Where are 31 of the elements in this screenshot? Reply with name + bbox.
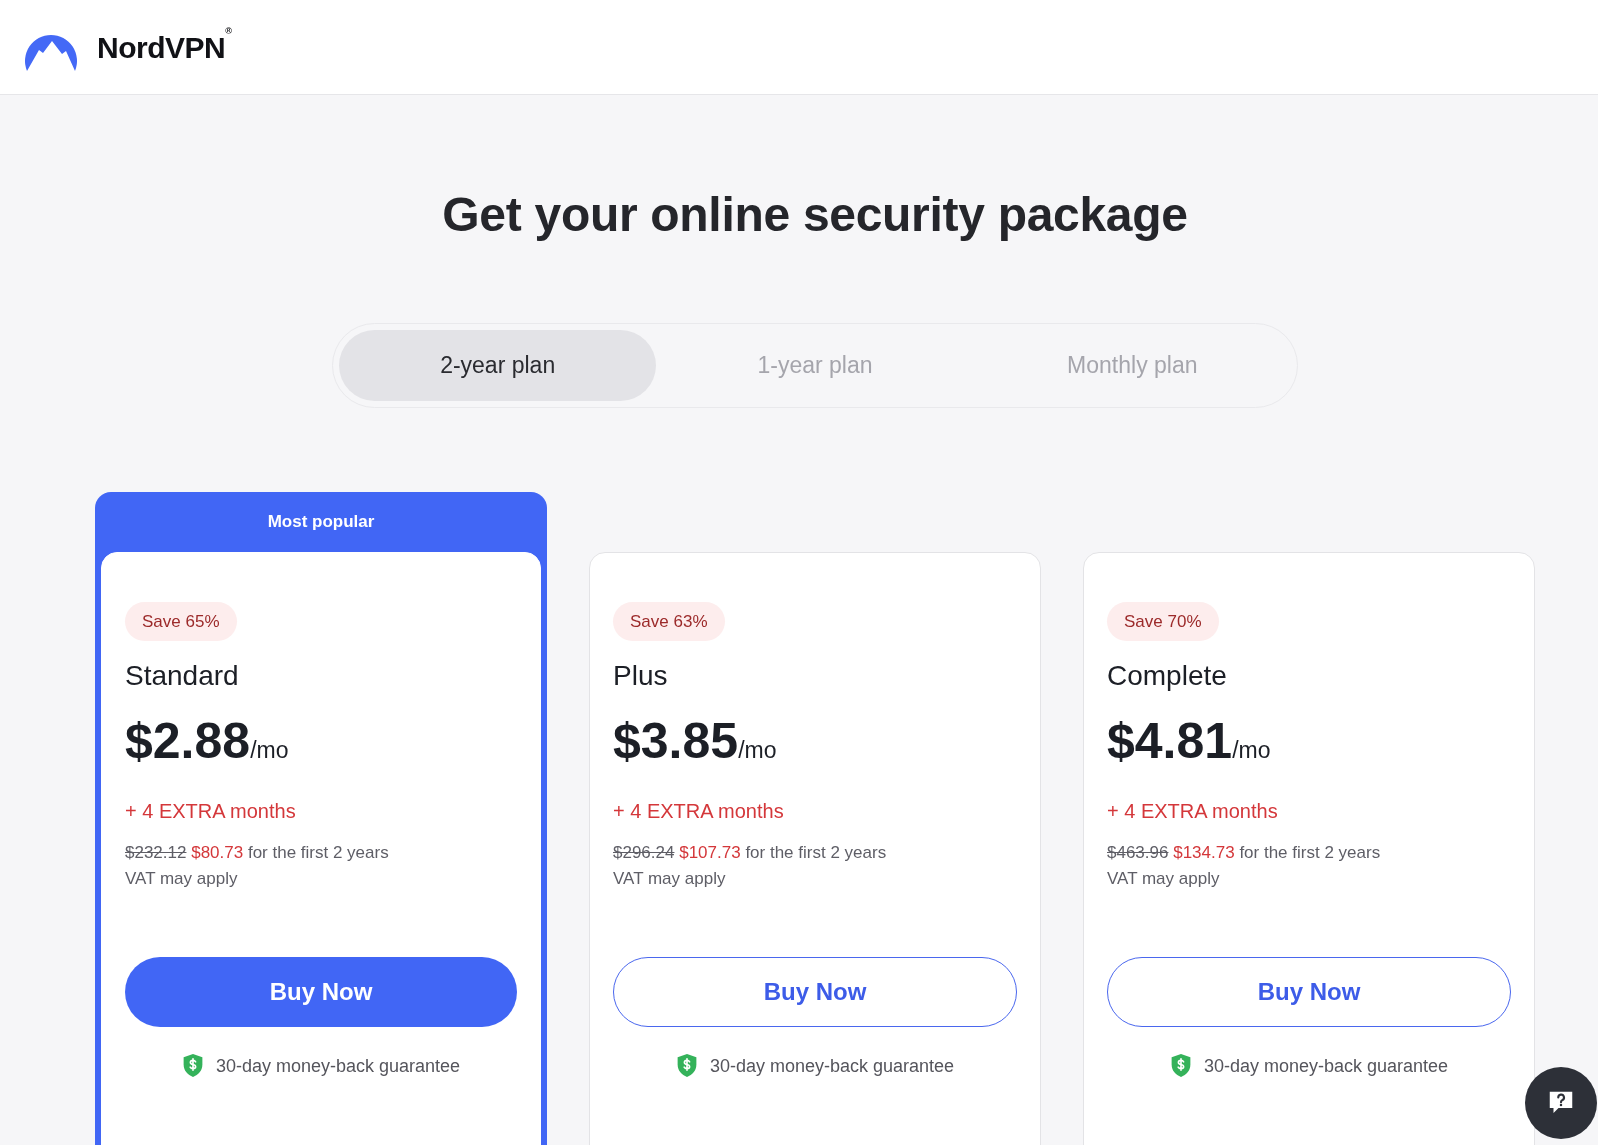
monthly-price: $4.81/mo xyxy=(1107,713,1271,771)
monthly-price: $2.88/mo xyxy=(125,713,289,771)
shield-dollar-icon xyxy=(1169,1053,1192,1078)
total-price-note: $232.12 $80.73 for the first 2 years xyxy=(125,842,389,864)
bonus-months: + 4 EXTRA months xyxy=(125,799,296,824)
guarantee-text: 30-day money-back guarantee xyxy=(215,1054,461,1078)
monthly-price: $3.85/mo xyxy=(613,713,777,771)
plan-name: Plus xyxy=(613,659,669,693)
bonus-months: + 4 EXTRA months xyxy=(1107,799,1278,824)
total-price-note: $296.24 $107.73 for the first 2 years xyxy=(613,842,887,864)
guarantee-text: 30-day money-back guarantee xyxy=(1203,1054,1449,1078)
plan-name: Standard xyxy=(125,659,240,693)
discount-badge: Save 63% xyxy=(613,602,725,641)
buy-now-button[interactable]: Buy Now xyxy=(1107,957,1511,1027)
buy-now-button[interactable]: Buy Now xyxy=(125,957,517,1027)
plan-name: Complete xyxy=(1107,659,1228,693)
shield-dollar-icon xyxy=(181,1053,204,1078)
vat-note: VAT may apply xyxy=(1107,868,1220,890)
total-price-note: $463.96 $134.73 for the first 2 years xyxy=(1107,842,1381,864)
page-title: Get your online security package xyxy=(442,187,1188,243)
brand-name[interactable]: NordVPN$^{®}$ xyxy=(97,24,232,70)
guarantee-text: 30-day money-back guarantee xyxy=(709,1054,955,1078)
discount-badge: Save 65% xyxy=(125,602,237,641)
vat-note: VAT may apply xyxy=(613,868,726,890)
discount-badge: Save 70% xyxy=(1107,602,1219,641)
buy-now-button[interactable]: Buy Now xyxy=(613,957,1017,1027)
bonus-months: + 4 EXTRA months xyxy=(613,799,784,824)
shield-dollar-icon xyxy=(675,1053,698,1078)
plan-tab[interactable]: 2-year plan xyxy=(339,330,657,401)
vat-note: VAT may apply xyxy=(125,868,238,890)
most-popular-ribbon: Most popular xyxy=(95,492,547,552)
